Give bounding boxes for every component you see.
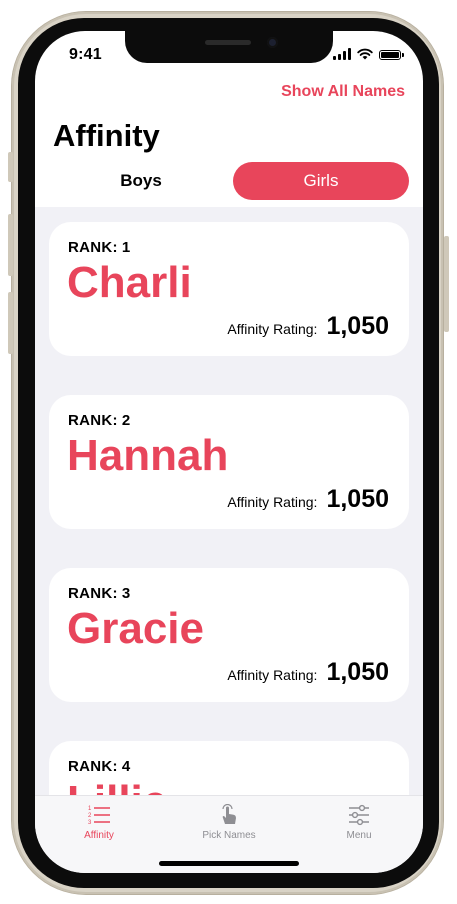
baby-name: Gracie xyxy=(67,604,204,653)
affinity-rating-value: 1,050 xyxy=(326,485,389,513)
show-all-names-button[interactable]: Show All Names xyxy=(281,83,405,101)
affinity-rating: Affinity Rating: 1,050 xyxy=(227,485,389,514)
battery-icon xyxy=(379,50,404,60)
front-camera xyxy=(267,37,278,48)
baby-name: Hannah xyxy=(67,431,229,480)
affinity-rating: Affinity Rating: 1,050 xyxy=(227,312,389,341)
svg-text:2: 2 xyxy=(88,813,92,819)
sliders-icon xyxy=(349,804,369,826)
status-time: 9:41 xyxy=(69,46,102,63)
home-indicator[interactable] xyxy=(159,861,299,866)
affinity-rating-label: Affinity Rating: xyxy=(227,494,318,510)
tab-pick-names-label: Pick Names xyxy=(202,830,256,841)
tab-menu[interactable]: Menu xyxy=(309,804,409,841)
hand-tap-icon xyxy=(222,804,236,824)
rank-number: 2 xyxy=(121,412,131,429)
segment-boys[interactable]: Boys xyxy=(53,162,229,200)
name-card[interactable]: RANK: 2 Hannah Affinity Rating: 1,050 xyxy=(49,395,409,529)
page-title: Affinity xyxy=(53,118,160,153)
numbered-list-icon: 1 2 3 xyxy=(88,806,110,826)
volume-up-button xyxy=(8,214,13,276)
name-card[interactable]: RANK: 3 Gracie Affinity Rating: 1,050 xyxy=(49,568,409,702)
volume-down-button xyxy=(8,292,13,354)
affinity-rating-value: 1,050 xyxy=(326,658,389,686)
silent-switch xyxy=(8,152,13,182)
rank-text: RANK: 1 xyxy=(68,239,131,256)
app-screen: 9:41 Show All Names Affinity Boys Girls … xyxy=(35,31,423,873)
name-card[interactable]: RANK: 1 Charli Affinity Rating: 1,050 xyxy=(49,222,409,356)
power-button xyxy=(444,236,449,332)
svg-text:3: 3 xyxy=(88,820,92,826)
rank-number: 3 xyxy=(121,585,131,602)
name-card[interactable]: RANK:4 Lillie xyxy=(49,741,409,801)
tab-pick-names[interactable]: Pick Names xyxy=(179,804,279,841)
rank-number: 4 xyxy=(121,758,131,775)
status-icons xyxy=(333,48,404,60)
affinity-rating: Affinity Rating: 1,050 xyxy=(227,658,389,687)
cellular-signal-icon xyxy=(333,48,351,60)
rank-number: 1 xyxy=(121,239,131,256)
tab-affinity-label: Affinity xyxy=(84,830,114,841)
wifi-icon xyxy=(357,48,373,60)
gender-segmented-control: Boys Girls xyxy=(53,162,409,200)
affinity-rating-value: 1,050 xyxy=(326,312,389,340)
segment-girls[interactable]: Girls xyxy=(233,162,409,200)
speaker-grille xyxy=(205,40,251,45)
tab-affinity[interactable]: 1 2 3 Affinity xyxy=(49,804,149,841)
tab-menu-label: Menu xyxy=(346,830,372,841)
baby-name: Charli xyxy=(67,258,192,307)
rank-text: RANK: 4 xyxy=(68,758,131,775)
notch xyxy=(125,31,333,63)
rank-text: RANK: 2 xyxy=(68,412,131,429)
affinity-rating-label: Affinity Rating: xyxy=(227,321,318,337)
affinity-rating-label: Affinity Rating: xyxy=(227,667,318,683)
rank-text: RANK: 3 xyxy=(68,585,131,602)
names-list[interactable]: RANK: 1 Charli Affinity Rating: 1,050 RAN… xyxy=(35,207,423,801)
svg-text:1: 1 xyxy=(88,806,92,812)
